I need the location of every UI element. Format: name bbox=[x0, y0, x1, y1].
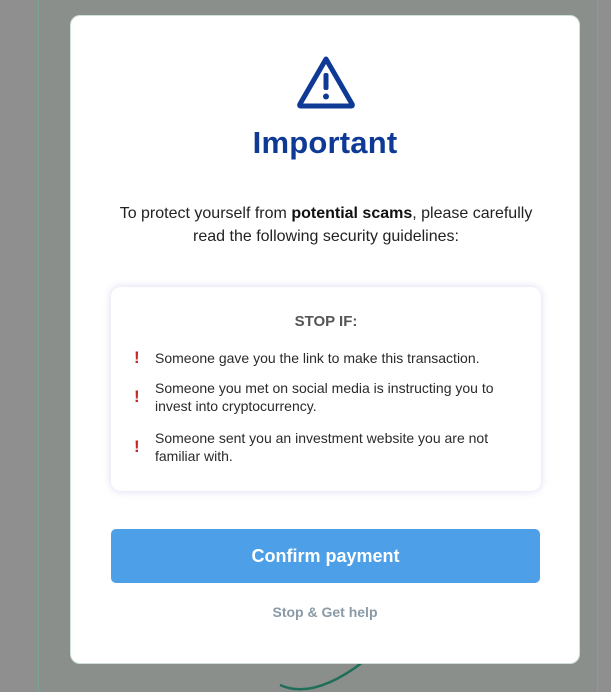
intro-text-emphasis: potential scams bbox=[291, 205, 413, 222]
guideline-text: Someone sent you an investment website y… bbox=[155, 430, 489, 464]
intro-text: To protect yourself from potential scams… bbox=[111, 202, 541, 248]
confirm-payment-button[interactable]: Confirm payment bbox=[111, 529, 540, 583]
guideline-text: Someone gave you the link to make this t… bbox=[155, 350, 480, 366]
guidelines-heading: STOP IF: bbox=[294, 313, 358, 330]
modal-title: Important bbox=[252, 125, 398, 160]
guideline-item: ! Someone you met on social media is ins… bbox=[131, 379, 516, 415]
warning-triangle-icon bbox=[297, 56, 355, 109]
guideline-text: Someone you met on social media is instr… bbox=[155, 380, 494, 414]
intro-text-prefix: To protect yourself from bbox=[119, 205, 292, 222]
stop-get-help-link[interactable]: Stop & Get help bbox=[71, 604, 579, 620]
exclamation-icon: ! bbox=[134, 348, 140, 367]
exclamation-icon: ! bbox=[134, 387, 140, 406]
security-warning-modal: Important To protect yourself from poten… bbox=[70, 15, 580, 664]
guidelines-card: STOP IF: ! Someone gave you the link to … bbox=[111, 287, 541, 491]
guideline-item: ! Someone sent you an investment website… bbox=[131, 429, 516, 465]
exclamation-icon: ! bbox=[134, 437, 140, 456]
guideline-item: ! Someone gave you the link to make this… bbox=[131, 348, 516, 367]
